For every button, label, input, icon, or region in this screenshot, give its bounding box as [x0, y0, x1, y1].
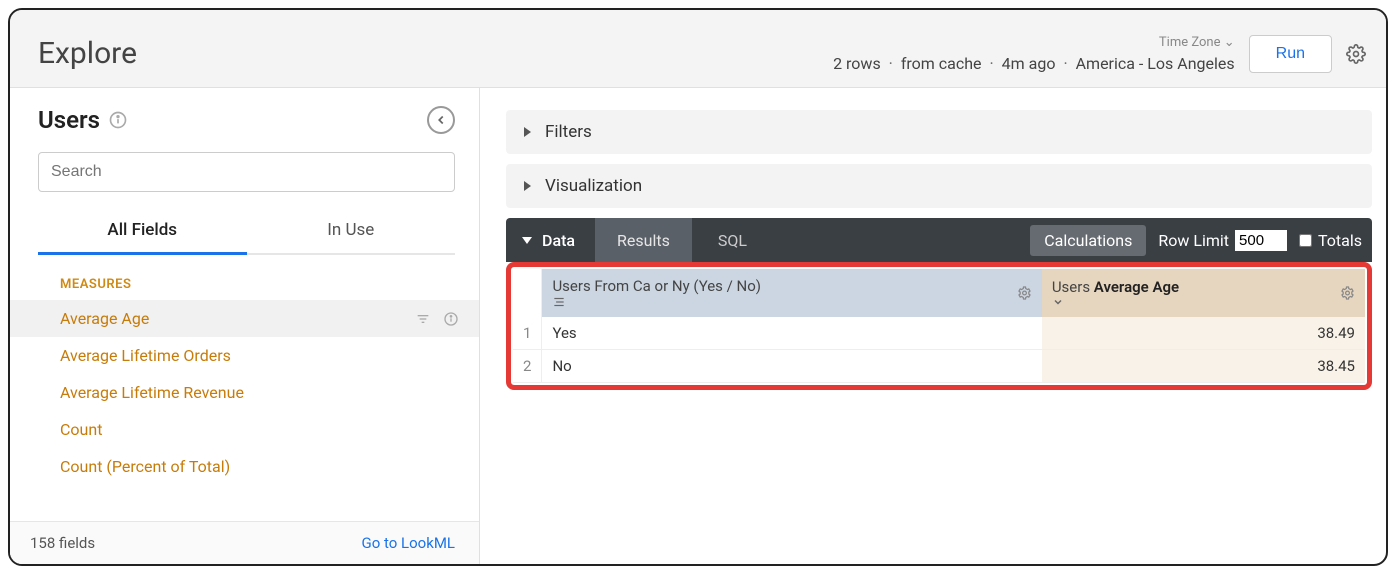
measure-item[interactable]: Average Lifetime Revenue — [10, 374, 479, 411]
measure-item[interactable]: Average Lifetime Orders — [10, 337, 479, 374]
sort-desc-icon[interactable] — [1052, 296, 1355, 308]
column-header-measure[interactable]: Users Average Age — [1042, 269, 1365, 317]
row-limit-input[interactable] — [1235, 230, 1287, 251]
sql-tab[interactable]: SQL — [696, 218, 769, 262]
go-to-lookml-link[interactable]: Go to LookML — [362, 534, 456, 552]
search-input[interactable] — [38, 152, 455, 192]
gear-icon[interactable] — [1340, 286, 1355, 301]
tab-in-use[interactable]: In Use — [247, 208, 456, 253]
calculations-button[interactable]: Calculations — [1030, 225, 1146, 256]
query-status: 2 rows · from cache · 4m ago · America -… — [833, 54, 1235, 73]
field-sidebar: Users All Fields In Use MEASURES Average… — [10, 88, 480, 564]
measure-item[interactable]: Count (Percent of Total) — [10, 448, 479, 485]
gear-icon[interactable] — [1017, 286, 1032, 301]
totals-toggle[interactable]: Totals — [1299, 231, 1362, 250]
cell-measure: 38.49 — [1042, 317, 1365, 350]
caret-right-icon — [524, 181, 531, 191]
top-bar: Explore Time Zone ⌄ 2 rows · from cache … — [10, 10, 1386, 88]
cell-measure: 38.45 — [1042, 350, 1365, 383]
row-number-header — [513, 269, 542, 317]
top-right: Time Zone ⌄ 2 rows · from cache · 4m ago… — [833, 35, 1366, 73]
pivot-icon[interactable] — [552, 295, 1031, 309]
run-button[interactable]: Run — [1249, 35, 1332, 73]
table-row[interactable]: 1 Yes 38.49 — [513, 317, 1365, 350]
data-tab[interactable]: Data — [506, 218, 591, 262]
gear-icon[interactable] — [1346, 44, 1366, 64]
caret-right-icon — [524, 127, 531, 137]
measures-section-label: MEASURES — [10, 255, 479, 300]
visualization-panel[interactable]: Visualization — [506, 164, 1372, 208]
explore-name: Users — [38, 106, 100, 134]
chevron-down-icon: ⌄ — [1224, 35, 1235, 50]
collapse-sidebar-button[interactable] — [427, 106, 455, 134]
cell-dimension: No — [542, 350, 1042, 383]
column-header-dimension[interactable]: Users From Ca or Ny (Yes / No) — [542, 269, 1042, 317]
field-count: 158 fields — [30, 534, 95, 552]
data-bar: Data Results SQL Calculations Row Limit … — [506, 218, 1372, 262]
tab-all-fields[interactable]: All Fields — [38, 208, 247, 255]
filter-icon[interactable] — [415, 311, 431, 327]
page-title: Explore — [38, 36, 833, 73]
results-table: Users From Ca or Ny (Yes / No) Users Ave… — [513, 269, 1365, 383]
table-row[interactable]: 2 No 38.45 — [513, 350, 1365, 383]
info-icon[interactable] — [443, 311, 459, 327]
row-limit: Row Limit — [1158, 230, 1287, 251]
results-tab[interactable]: Results — [595, 218, 692, 262]
main-area: Filters Visualization Data Results SQL C… — [480, 88, 1386, 564]
measure-average-age[interactable]: Average Age — [10, 300, 479, 337]
timezone-label[interactable]: Time Zone ⌄ — [1159, 35, 1235, 50]
caret-down-icon — [522, 237, 532, 244]
results-table-highlight: Users From Ca or Ny (Yes / No) Users Ave… — [506, 262, 1372, 390]
filters-panel[interactable]: Filters — [506, 110, 1372, 154]
info-icon[interactable] — [108, 110, 128, 130]
totals-checkbox[interactable] — [1299, 234, 1312, 247]
measure-item[interactable]: Count — [10, 411, 479, 448]
cell-dimension: Yes — [542, 317, 1042, 350]
